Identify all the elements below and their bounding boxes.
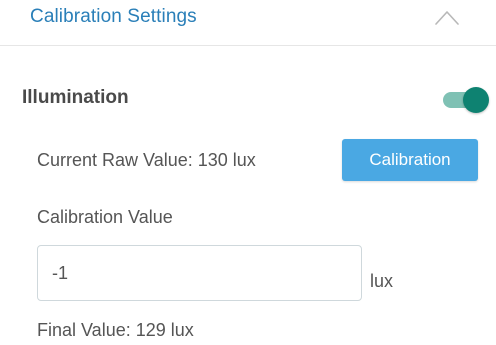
illumination-toggle[interactable] bbox=[441, 86, 489, 113]
chevron-up-icon[interactable] bbox=[433, 6, 461, 28]
calibration-button[interactable]: Calibration bbox=[342, 139, 478, 181]
current-raw-number: 130 lux bbox=[197, 150, 256, 170]
section-title: Calibration Settings bbox=[30, 6, 197, 27]
current-raw-label: Current Raw Value: bbox=[37, 150, 193, 170]
illumination-title: Illumination bbox=[22, 87, 129, 108]
calibration-value-input[interactable] bbox=[37, 245, 362, 301]
toggle-knob bbox=[463, 87, 489, 113]
calibration-value-label: Calibration Value bbox=[37, 207, 173, 227]
final-value: Final Value: 129 lux bbox=[37, 320, 194, 341]
calibration-panel: Calibration Settings Illumination Curren… bbox=[0, 0, 496, 345]
final-value-label: Final Value: bbox=[37, 320, 131, 340]
section-header[interactable]: Calibration Settings bbox=[0, 0, 496, 46]
final-value-number: 129 lux bbox=[135, 320, 194, 340]
current-raw-value: Current Raw Value: 130 lux bbox=[37, 150, 256, 171]
unit-label: lux bbox=[370, 271, 394, 291]
